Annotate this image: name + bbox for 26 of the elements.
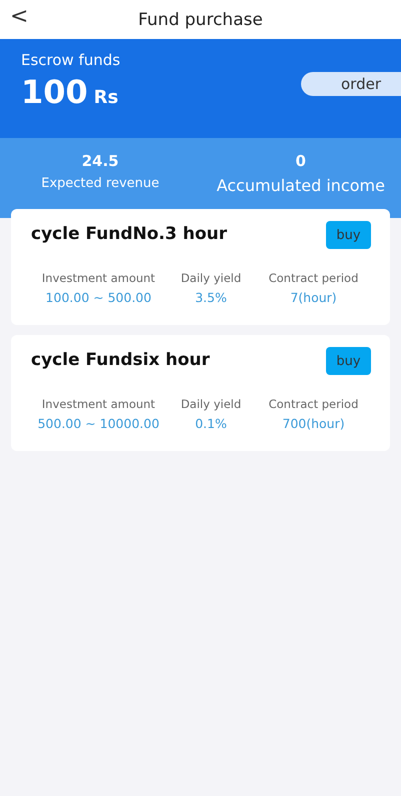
escrow-label: Escrow funds — [21, 51, 120, 69]
field-label: Daily yield — [180, 397, 242, 411]
stat-value: 24.5 — [82, 152, 119, 170]
page-title: Fund purchase — [138, 10, 263, 30]
fund-name: cycle FundNo.3 hour — [31, 224, 228, 244]
field-value: 3.5% — [195, 290, 227, 305]
stat-label: Accumulated income — [216, 176, 385, 195]
back-button[interactable]: < — [6, 4, 32, 29]
field-value: 500.00 ~ 10000.00 — [38, 416, 160, 431]
buy-button[interactable]: buy — [326, 221, 371, 249]
currency-unit: Rs — [94, 87, 118, 108]
field-label: Contract period — [268, 271, 358, 285]
field-value: 0.1% — [195, 416, 227, 431]
stat-value: 0 — [296, 152, 306, 170]
field-label: Investment amount — [42, 397, 156, 411]
buy-button[interactable]: buy — [326, 347, 371, 375]
stat-label: Expected revenue — [41, 176, 160, 191]
field-value: 700(hour) — [282, 416, 345, 431]
field-value: 7(hour) — [290, 290, 337, 305]
order-button[interactable]: order — [301, 72, 401, 96]
field-value: 100.00 ~ 500.00 — [46, 290, 152, 305]
fund-name: cycle Fundsix hour — [31, 350, 210, 370]
field-label: Investment amount — [42, 271, 156, 285]
field-label: Daily yield — [180, 271, 242, 285]
escrow-amount: 100 — [21, 73, 88, 111]
field-label: Contract period — [268, 397, 358, 411]
